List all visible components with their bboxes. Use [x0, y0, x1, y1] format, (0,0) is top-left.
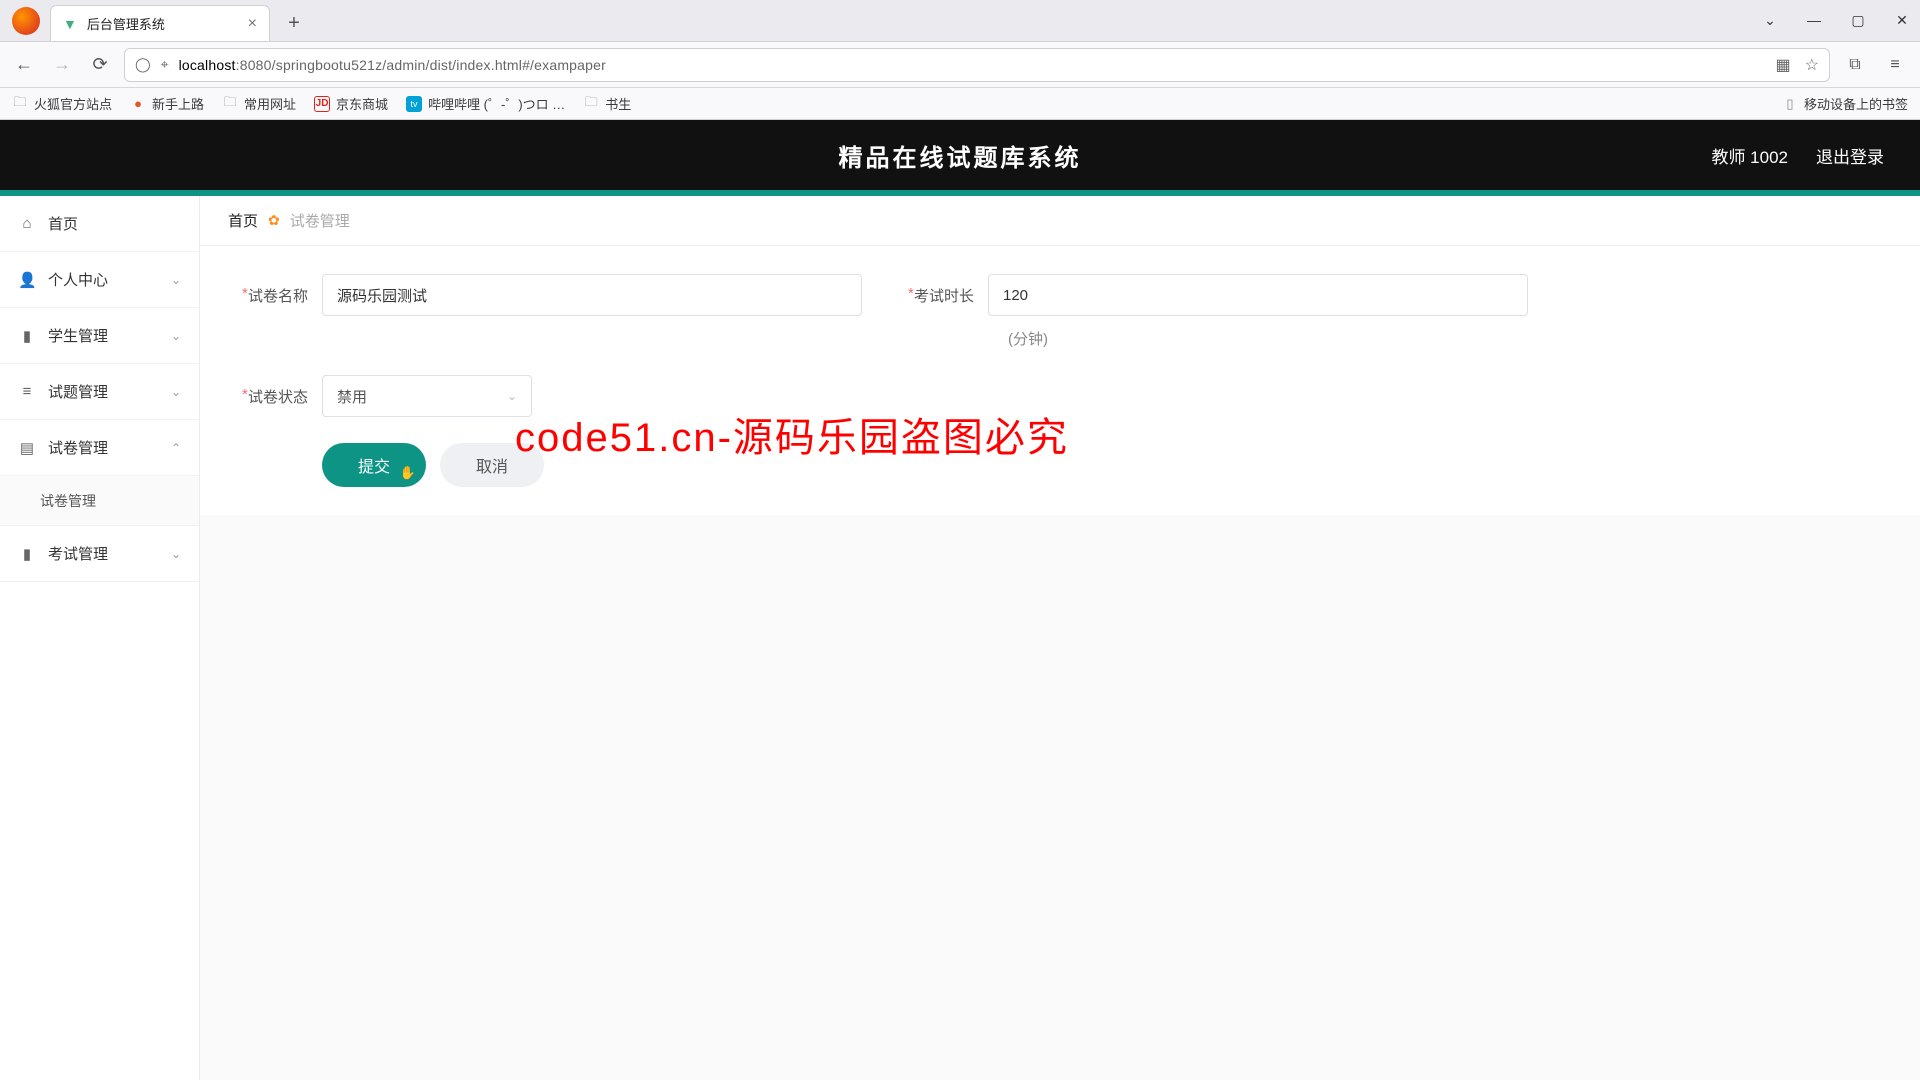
bookmarks-bar: 🗀火狐官方站点 ●新手上路 🗀常用网址 JD京东商城 tv哔哩哔哩 (゜-゜)つ…	[0, 88, 1920, 120]
bookmark-item[interactable]: tv哔哩哔哩 (゜-゜)つロ …	[406, 94, 565, 113]
appmenu-icon[interactable]: ≡	[1880, 50, 1910, 80]
tab-close-icon[interactable]: ×	[248, 15, 257, 33]
input-duration[interactable]	[988, 274, 1528, 316]
shield-icon: ◯	[135, 56, 151, 73]
label-status: 试卷状态	[236, 386, 322, 407]
sidebar-item-home[interactable]: ⌂ 首页	[0, 196, 199, 252]
main-content: 首页 ✿ 试卷管理 试卷名称 考试时长 (分钟)	[200, 196, 1920, 1080]
sidebar-item-label: 个人中心	[48, 269, 108, 290]
folder-icon: 🗀	[583, 96, 599, 112]
sidebar-item-exams[interactable]: ▮ 考试管理 ⌄	[0, 526, 199, 582]
folder-icon: 🗀	[222, 96, 238, 112]
sidebar-item-label: 试题管理	[48, 381, 108, 402]
sidebar-sub-paper-manage[interactable]: 试卷管理	[0, 476, 199, 526]
extensions-icon[interactable]: ⧉	[1840, 50, 1870, 80]
app-title: 精品在线试题库系统	[839, 138, 1082, 173]
label-duration: 考试时长	[902, 285, 988, 306]
vue-favicon-icon: ▼	[63, 16, 77, 32]
new-tab-button[interactable]: +	[280, 9, 308, 37]
bookmark-star-icon[interactable]: ☆	[1805, 55, 1819, 75]
mobile-icon: ▯	[1782, 96, 1798, 112]
browser-chrome: ▼ 后台管理系统 × + ⌄ — ▢ ✕ ← → ⟳ ◯ ⌖ localhost…	[0, 0, 1920, 120]
sidebar-item-papers[interactable]: ▤ 试卷管理 ⌃	[0, 420, 199, 476]
mobile-bookmarks[interactable]: ▯移动设备上的书签	[1782, 94, 1908, 113]
jd-icon: JD	[314, 96, 330, 112]
breadcrumb-home[interactable]: 首页	[228, 210, 258, 231]
select-status[interactable]: 禁用 ⌄	[322, 375, 532, 417]
list-icon: ▮	[18, 327, 36, 345]
chevron-down-icon: ⌄	[507, 389, 517, 403]
logout-link[interactable]: 退出登录	[1816, 143, 1884, 168]
bookmark-item[interactable]: 🗀常用网址	[222, 94, 296, 113]
chevron-up-icon: ⌃	[171, 441, 181, 455]
tab-active[interactable]: ▼ 后台管理系统 ×	[50, 5, 270, 41]
submit-button[interactable]: 提交 ✋	[322, 443, 426, 487]
bookmark-item[interactable]: ●新手上路	[130, 94, 204, 113]
sidebar-item-profile[interactable]: 👤 个人中心 ⌄	[0, 252, 199, 308]
window-controls: ⌄ — ▢ ✕	[1760, 0, 1920, 41]
tab-title: 后台管理系统	[87, 14, 165, 33]
sidebar-item-label: 学生管理	[48, 325, 108, 346]
maximize-button[interactable]: ▢	[1848, 12, 1868, 29]
folder-icon: 🗀	[12, 96, 28, 112]
sidebar: ⌂ 首页 👤 个人中心 ⌄ ▮ 学生管理 ⌄ ≡ 试题管理 ⌄ ▤ 试卷管理 ⌃…	[0, 196, 200, 1080]
list-icon: ▮	[18, 545, 36, 563]
breadcrumb-sep-icon: ✿	[268, 212, 280, 229]
chevron-down-icon: ⌄	[171, 547, 181, 561]
chevron-down-icon: ⌄	[171, 385, 181, 399]
form-card: 试卷名称 考试时长 (分钟) 试卷状态 禁用	[200, 246, 1920, 515]
home-icon: ⌂	[18, 215, 36, 232]
duration-hint: (分钟)	[988, 328, 1048, 349]
nav-toolbar: ← → ⟳ ◯ ⌖ localhost:8080/springbootu521z…	[0, 42, 1920, 88]
bookmark-item[interactable]: JD京东商城	[314, 94, 388, 113]
cursor-icon: ✋	[400, 465, 416, 481]
sidebar-sub-label: 试卷管理	[40, 491, 96, 511]
bookmark-item[interactable]: 🗀书生	[583, 94, 631, 113]
firefox-brand-icon	[12, 7, 40, 35]
select-status-value: 禁用	[337, 386, 367, 407]
sidebar-item-label: 试卷管理	[48, 437, 108, 458]
bookmark-item[interactable]: 🗀火狐官方站点	[12, 94, 112, 113]
input-paper-name[interactable]	[322, 274, 862, 316]
back-button[interactable]: ←	[10, 51, 38, 79]
url-text: localhost:8080/springbootu521z/admin/dis…	[179, 57, 606, 73]
close-window-button[interactable]: ✕	[1892, 12, 1912, 29]
tabs-dropdown-icon[interactable]: ⌄	[1760, 12, 1780, 29]
address-bar[interactable]: ◯ ⌖ localhost:8080/springbootu521z/admin…	[124, 48, 1830, 82]
forward-button[interactable]: →	[48, 51, 76, 79]
breadcrumb-current: 试卷管理	[290, 210, 350, 231]
minimize-button[interactable]: —	[1804, 12, 1824, 28]
sidebar-item-label: 考试管理	[48, 543, 108, 564]
qr-icon[interactable]: ▦	[1776, 55, 1791, 75]
grid-icon: ▤	[18, 439, 36, 457]
firefox-icon: ●	[130, 96, 146, 112]
list-icon: ≡	[18, 383, 36, 400]
breadcrumb: 首页 ✿ 试卷管理	[200, 196, 1920, 246]
sidebar-item-questions[interactable]: ≡ 试题管理 ⌄	[0, 364, 199, 420]
lock-icon: ⌖	[161, 56, 169, 73]
sidebar-item-students[interactable]: ▮ 学生管理 ⌄	[0, 308, 199, 364]
chevron-down-icon: ⌄	[171, 329, 181, 343]
reload-button[interactable]: ⟳	[86, 51, 114, 79]
tab-strip: ▼ 后台管理系统 × + ⌄ — ▢ ✕	[0, 0, 1920, 42]
bilibili-icon: tv	[406, 96, 422, 112]
app-header: 精品在线试题库系统 教师 1002 退出登录	[0, 120, 1920, 190]
chevron-down-icon: ⌄	[171, 273, 181, 287]
sidebar-item-label: 首页	[48, 213, 78, 234]
label-paper-name: 试卷名称	[236, 285, 322, 306]
cancel-button[interactable]: 取消	[440, 443, 544, 487]
user-icon: 👤	[18, 271, 36, 289]
user-label[interactable]: 教师 1002	[1711, 143, 1788, 168]
